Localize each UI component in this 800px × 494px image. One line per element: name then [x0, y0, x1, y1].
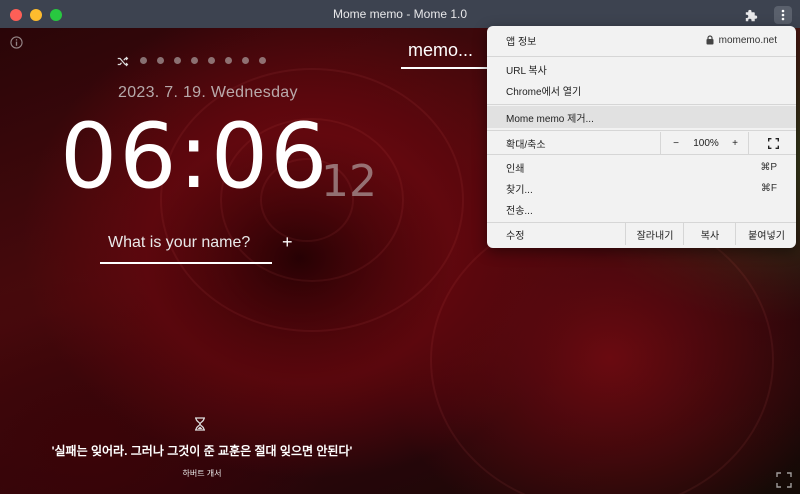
quote-text: '실패는 잊어라. 그러나 그것이 준 교훈은 절대 잊으면 안된다': [51, 444, 353, 458]
zoom-minus-label: −: [673, 137, 679, 149]
page-indicator: [140, 57, 266, 64]
menu-item-send[interactable]: 전송...: [487, 198, 796, 220]
minimize-window-button[interactable]: [30, 9, 42, 21]
page-dot[interactable]: [140, 57, 147, 64]
hourglass-icon: [195, 417, 205, 431]
zoom-in-button[interactable]: +: [722, 132, 748, 154]
more-menu-button[interactable]: [774, 6, 792, 24]
zoom-window-button[interactable]: [50, 9, 62, 21]
menu-shortcut: ⌘P: [760, 161, 777, 173]
clock-seconds: 12: [321, 156, 377, 207]
rose-petal-outline: [430, 208, 774, 494]
page-dot[interactable]: [259, 57, 266, 64]
page-dot[interactable]: [208, 57, 215, 64]
cut-label: 잘라내기: [636, 230, 674, 242]
menu-edit-row: 수정 잘라내기 복사 붙여넣기: [487, 223, 796, 245]
menu-separator: [487, 56, 796, 57]
menu-item-label: URL 복사: [506, 65, 547, 77]
menu-item-label: 찾기...: [506, 184, 533, 196]
puzzle-icon: [745, 9, 757, 21]
shuffle-icon: [117, 56, 129, 67]
menu-item-label: 전송...: [506, 205, 533, 217]
cut-button[interactable]: 잘라내기: [625, 223, 684, 245]
name-input-field[interactable]: What is your name?: [100, 230, 272, 264]
page-dot[interactable]: [242, 57, 249, 64]
menu-item-label: 앱 정보: [506, 36, 537, 48]
zoom-out-button[interactable]: −: [660, 132, 691, 154]
paste-label: 붙여넣기: [748, 230, 785, 242]
zoom-plus-label: +: [732, 137, 738, 149]
fullscreen-icon: [776, 472, 792, 488]
menu-separator: [487, 104, 796, 105]
hourglass-button[interactable]: [194, 417, 206, 436]
menu-item-label: 인쇄: [506, 163, 525, 175]
app-window: Mome memo - Mome 1.0 2023. 7. 19. Wednes…: [0, 0, 800, 494]
menu-item-label: Chrome에서 열기: [506, 86, 582, 98]
memo-underline: [401, 67, 496, 69]
menu-separator: [487, 154, 796, 155]
fullscreen-button[interactable]: [776, 472, 792, 493]
info-icon: [10, 36, 23, 49]
zoom-level: 100%: [690, 132, 722, 154]
copy-button[interactable]: 복사: [683, 223, 736, 245]
menu-separator: [487, 130, 796, 131]
add-name-button[interactable]: +: [282, 232, 293, 253]
close-window-button[interactable]: [10, 9, 22, 21]
date-text: 2023. 7. 19. Wednesday: [118, 84, 298, 101]
shuffle-button[interactable]: [117, 54, 129, 72]
paste-button[interactable]: 붙여넣기: [735, 223, 797, 245]
edit-label: 수정: [506, 230, 525, 242]
menu-item-open-in-chrome[interactable]: Chrome에서 열기: [487, 79, 796, 101]
window-controls: [10, 9, 62, 21]
zoom-value: 100%: [693, 137, 719, 149]
menu-domain-text: momemo.net: [718, 34, 777, 46]
title-bar: Mome memo - Mome 1.0: [0, 0, 800, 28]
menu-shortcut: ⌘F: [760, 182, 777, 194]
menu-domain: momemo.net: [706, 35, 777, 46]
menu-item-app-info[interactable]: 앱 정보 momemo.net: [487, 29, 796, 51]
extensions-button[interactable]: [742, 6, 760, 24]
page-dot[interactable]: [157, 57, 164, 64]
fullscreen-icon: [767, 137, 779, 149]
quote-author: 하버트 개서: [182, 469, 222, 478]
fullscreen-menu-button[interactable]: [748, 132, 797, 154]
info-button[interactable]: [10, 36, 23, 54]
more-vertical-icon: [781, 9, 785, 21]
name-placeholder: What is your name?: [108, 234, 251, 251]
menu-item-remove-app[interactable]: Mome memo 제거...: [487, 106, 796, 128]
app-menu: 앱 정보 momemo.net URL 복사 Chrome에서 열기 Mome …: [487, 26, 796, 248]
page-dot[interactable]: [225, 57, 232, 64]
menu-item-find[interactable]: 찾기... ⌘F: [487, 177, 796, 199]
window-title: Mome memo - Mome 1.0: [332, 7, 468, 21]
copy-label: 복사: [700, 230, 720, 242]
zoom-label: 확대/축소: [506, 139, 546, 151]
menu-item-copy-url[interactable]: URL 복사: [487, 58, 796, 80]
lock-icon: [706, 35, 714, 45]
memo-input[interactable]: memo...: [408, 40, 473, 61]
title-bar-actions: [742, 6, 792, 24]
menu-item-label: Mome memo 제거...: [506, 113, 594, 125]
page-dot[interactable]: [174, 57, 181, 64]
menu-item-print[interactable]: 인쇄 ⌘P: [487, 156, 796, 178]
page-dot[interactable]: [191, 57, 198, 64]
menu-zoom-row: 확대/축소 − 100% +: [487, 132, 796, 154]
clock-time: 06:06: [60, 104, 330, 209]
